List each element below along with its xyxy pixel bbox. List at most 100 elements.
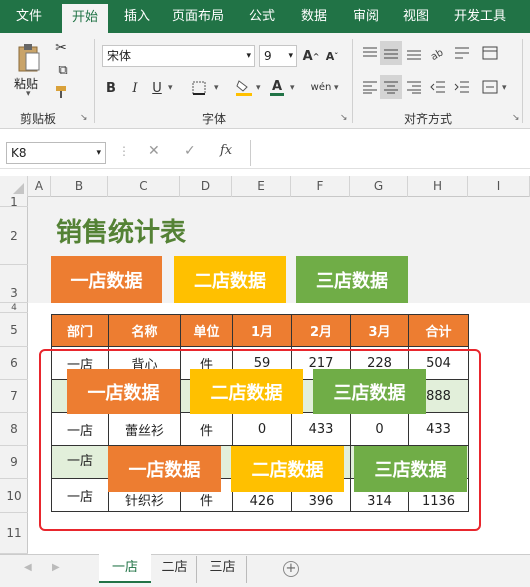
- tab-view[interactable]: 视图: [394, 0, 438, 33]
- row-header[interactable]: 9: [0, 446, 28, 479]
- enter-icon[interactable]: ✓: [184, 143, 196, 159]
- align-right-icon[interactable]: [404, 77, 424, 97]
- merge-center-icon[interactable]: [480, 77, 500, 97]
- row-header[interactable]: 11: [0, 513, 28, 554]
- ribbon: 粘贴 ▾ ✂ ⧉ 剪贴板 ↘ 宋体 ▾ 9 ▾ A ^ Aˇ B I U ▾ ▾ ▾ …: [0, 33, 530, 129]
- chevron-down-icon[interactable]: ▾: [502, 83, 507, 93]
- increase-indent-icon[interactable]: [452, 77, 472, 97]
- row-header[interactable]: 5: [0, 313, 28, 347]
- chevron-down-icon[interactable]: ▾: [290, 83, 295, 93]
- wrap-text-icon[interactable]: [452, 43, 472, 63]
- column-header[interactable]: I: [468, 176, 530, 197]
- column-header[interactable]: C: [108, 176, 180, 197]
- row-header[interactable]: 7: [0, 380, 28, 413]
- more-icon: ⋮: [118, 144, 130, 158]
- table-header-cell[interactable]: 3月: [350, 314, 409, 347]
- tab-formulas[interactable]: 公式: [240, 0, 284, 33]
- column-header[interactable]: A: [28, 176, 51, 197]
- column-header[interactable]: E: [232, 176, 291, 197]
- divider: [352, 39, 353, 123]
- chevron-down-icon[interactable]: ▾: [334, 83, 339, 93]
- phonetic-icon[interactable]: wén: [310, 77, 332, 97]
- name-box[interactable]: K8 ▾: [6, 142, 106, 164]
- tab-developer[interactable]: 开发工具: [448, 0, 512, 33]
- chevron-down-icon[interactable]: ▾: [168, 83, 173, 93]
- chevron-down-icon[interactable]: ▾: [26, 89, 31, 99]
- sheet-tab[interactable]: 二店: [153, 556, 197, 583]
- paste-icon[interactable]: [14, 41, 44, 75]
- number-format-icon[interactable]: [480, 43, 500, 63]
- increase-font-icon[interactable]: A ^: [303, 47, 320, 65]
- column-header[interactable]: H: [408, 176, 468, 197]
- insert-function-icon[interactable]: fx: [220, 143, 232, 158]
- phonetic-label: wén: [310, 81, 332, 93]
- svg-text:ab: ab: [430, 47, 445, 61]
- sheet-title: 销售统计表: [56, 218, 187, 248]
- tab-file[interactable]: 文件: [6, 0, 52, 33]
- fill-color-icon[interactable]: [234, 77, 254, 97]
- column-header[interactable]: D: [180, 176, 232, 197]
- align-middle-icon[interactable]: [380, 41, 402, 65]
- dialog-launcher-icon[interactable]: ↘: [80, 113, 88, 123]
- divider: [94, 39, 95, 123]
- row-header[interactable]: 1: [0, 195, 28, 209]
- column-header[interactable]: B: [51, 176, 108, 197]
- sheet-tab-active[interactable]: 一店: [99, 554, 151, 583]
- table-header-cell[interactable]: 2月: [291, 314, 351, 347]
- row-header[interactable]: 6: [0, 347, 28, 380]
- store3-data-button[interactable]: 三店数据: [296, 256, 408, 303]
- cancel-icon[interactable]: ✕: [148, 143, 160, 159]
- table-header-cell[interactable]: 合计: [408, 314, 469, 347]
- table-header-cell[interactable]: 1月: [232, 314, 292, 347]
- tab-data[interactable]: 数据: [292, 0, 336, 33]
- clipboard-group-label: 剪贴板: [20, 112, 57, 126]
- row-header[interactable]: 3: [0, 265, 28, 303]
- column-header[interactable]: F: [291, 176, 350, 197]
- borders-icon[interactable]: [190, 79, 208, 97]
- row-header[interactable]: 4: [0, 303, 28, 313]
- tab-page-layout[interactable]: 页面布局: [166, 0, 230, 33]
- row-header[interactable]: 2: [0, 207, 28, 265]
- italic-button[interactable]: I: [128, 79, 142, 97]
- row-header[interactable]: 8: [0, 413, 28, 446]
- copy-icon[interactable]: ⧉: [52, 61, 74, 79]
- font-group-label: 字体: [202, 112, 227, 126]
- sheet-tab[interactable]: 三店: [199, 556, 247, 583]
- cut-icon[interactable]: ✂: [52, 39, 70, 57]
- font-name-dropdown[interactable]: 宋体 ▾: [102, 45, 255, 67]
- format-painter-icon[interactable]: [52, 83, 70, 101]
- table-header-cell[interactable]: 单位: [180, 314, 233, 347]
- dialog-launcher-icon[interactable]: ↘: [340, 113, 348, 123]
- underline-button[interactable]: U: [150, 79, 164, 97]
- table-header-cell[interactable]: 部门: [51, 314, 109, 347]
- chevron-down-icon[interactable]: ▾: [256, 83, 261, 93]
- font-color-icon[interactable]: A: [268, 77, 286, 97]
- bold-button[interactable]: B: [104, 79, 118, 97]
- tab-review[interactable]: 审阅: [344, 0, 388, 33]
- align-top-icon[interactable]: [360, 43, 380, 63]
- scroll-right-icon[interactable]: ▶: [52, 562, 60, 573]
- add-sheet-icon[interactable]: +: [283, 561, 299, 577]
- tab-home[interactable]: 开始: [62, 4, 108, 33]
- scroll-left-icon[interactable]: ◀: [24, 562, 32, 573]
- column-header[interactable]: G: [350, 176, 408, 197]
- align-center-icon[interactable]: [380, 75, 402, 99]
- chevron-down-icon[interactable]: ▾: [214, 83, 219, 93]
- decrease-indent-icon[interactable]: [428, 77, 448, 97]
- table-header-row: 部门 名称 单位 1月 2月 3月 合计: [51, 314, 469, 347]
- orientation-icon[interactable]: ab: [428, 43, 450, 63]
- column-header-bar: A B C D E F G H I: [0, 176, 530, 197]
- tab-insert[interactable]: 插入: [114, 0, 160, 33]
- row-header[interactable]: 10: [0, 479, 28, 513]
- table-header-cell[interactable]: 名称: [108, 314, 181, 347]
- align-left-icon[interactable]: [360, 77, 380, 97]
- align-bottom-icon[interactable]: [404, 43, 424, 63]
- formula-input[interactable]: [250, 140, 530, 166]
- store1-data-button[interactable]: 一店数据: [51, 256, 162, 303]
- highlight-frame: [39, 349, 481, 531]
- decrease-font-icon[interactable]: Aˇ: [324, 47, 340, 65]
- store2-data-button[interactable]: 二店数据: [174, 256, 286, 303]
- dialog-launcher-icon[interactable]: ↘: [512, 113, 520, 123]
- chevron-down-icon: ▾: [96, 148, 101, 158]
- font-size-dropdown[interactable]: 9 ▾: [259, 45, 297, 67]
